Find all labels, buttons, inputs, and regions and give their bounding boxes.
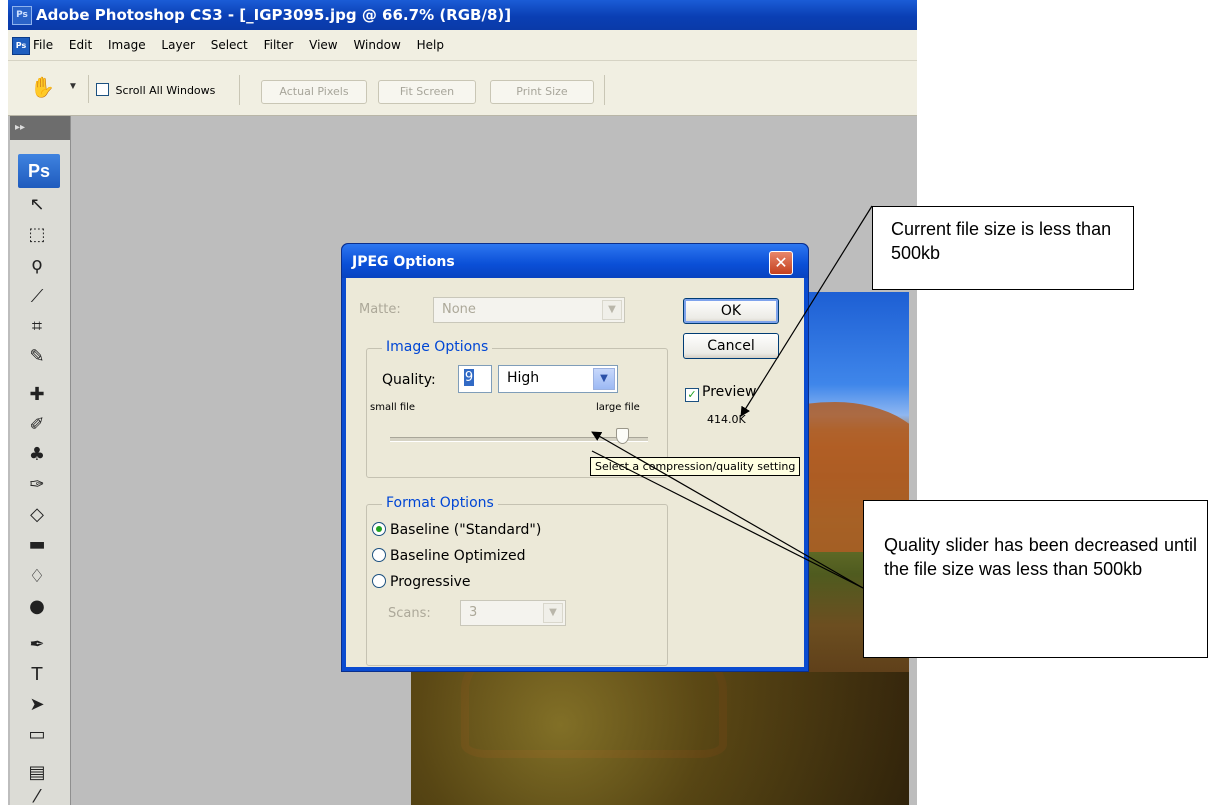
annotation-arrows <box>591 205 873 589</box>
quality-arrow-2 <box>591 431 864 589</box>
quality-arrow-1 <box>591 450 864 589</box>
file-size-arrow <box>740 205 873 417</box>
